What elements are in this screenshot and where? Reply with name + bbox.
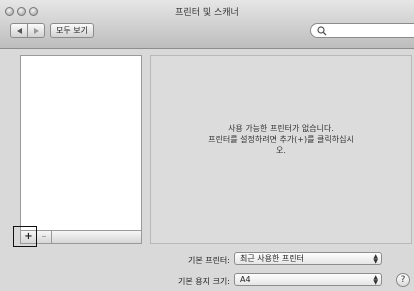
default-paper-size-select[interactable]: A4 ▲ ▼ — [234, 273, 382, 286]
printer-detail-pane: 사용 가능한 프린터가 없습니다. 프린터를 설정하려면 추가(+)를 클릭하십… — [150, 55, 412, 244]
search-icon — [317, 26, 327, 36]
forward-button[interactable] — [27, 24, 44, 37]
add-button-highlight — [13, 226, 37, 247]
add-remove-bar: + – — [20, 231, 142, 244]
help-button[interactable]: ? — [396, 273, 410, 287]
default-paper-value: A4 — [240, 275, 251, 284]
window-titlebar: 프린터 및 스캐너 모두 보기 — [0, 0, 414, 49]
default-printer-select[interactable]: 최근 사용한 프린터 ▲ ▼ — [234, 252, 382, 265]
window-title: 프린터 및 스캐너 — [175, 8, 239, 18]
no-printers-line-3: 오. — [276, 146, 286, 155]
select-arrows-icon: ▲ ▼ — [373, 253, 378, 265]
no-printers-message: 사용 가능한 프린터가 없습니다. 프린터를 설정하려면 추가(+)를 클릭하십… — [151, 123, 411, 156]
chevron-left-icon — [16, 27, 22, 34]
default-paper-label: 기본 용지 크기: — [178, 277, 230, 286]
no-printers-line-2: 프린터를 설정하려면 추가(+)를 클릭하십시 — [208, 135, 354, 144]
search-input[interactable] — [310, 23, 414, 38]
select-arrows-icon: ▲ ▼ — [373, 274, 378, 286]
chevron-right-icon — [33, 27, 39, 34]
remove-printer-button[interactable]: – — [37, 231, 52, 243]
default-printer-label: 기본 프린터: — [187, 256, 230, 265]
back-button[interactable] — [11, 24, 27, 37]
show-all-button[interactable]: 모두 보기 — [50, 23, 94, 38]
printer-list[interactable] — [20, 55, 142, 231]
navigation-buttons — [10, 23, 45, 38]
no-printers-line-1: 사용 가능한 프린터가 없습니다. — [228, 124, 334, 133]
default-printer-value: 최근 사용한 프린터 — [240, 254, 304, 263]
